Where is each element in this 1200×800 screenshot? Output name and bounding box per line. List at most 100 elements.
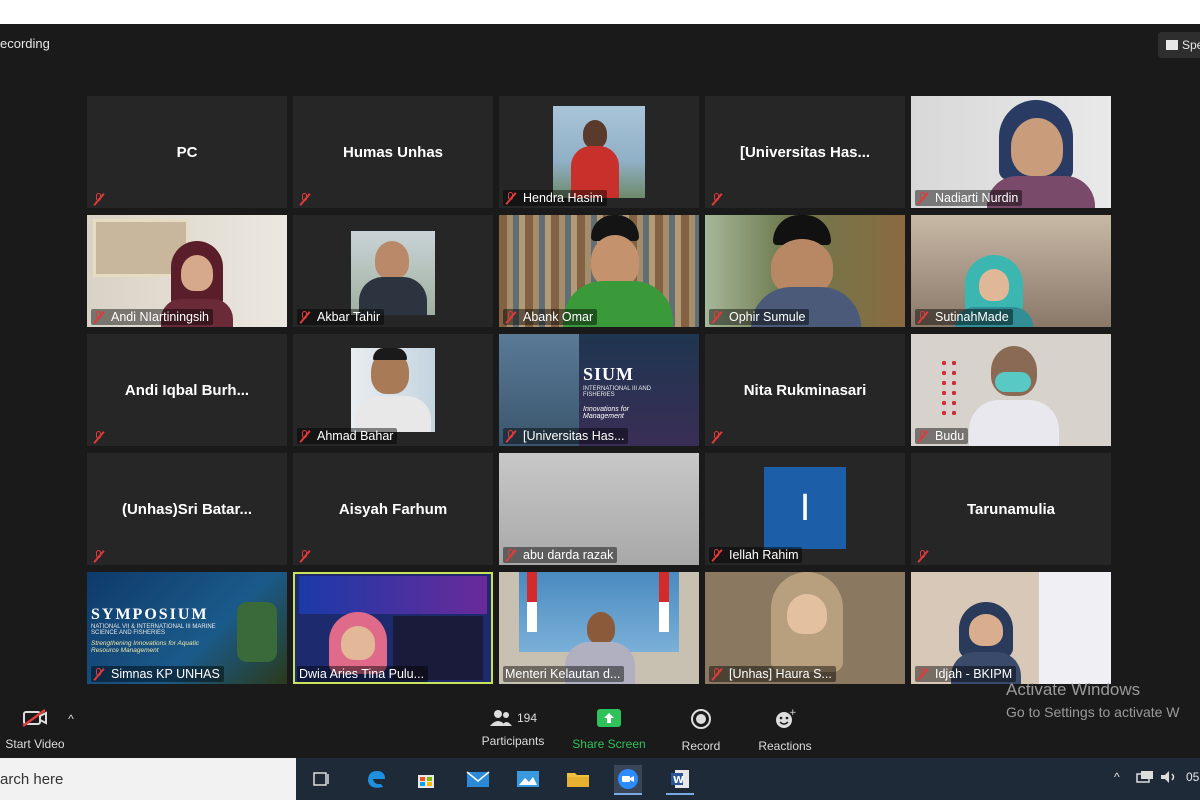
- muted-mic-icon: [917, 430, 929, 442]
- flag: [659, 572, 669, 632]
- participant-tile[interactable]: [Unhas] Haura S...: [705, 572, 905, 684]
- participant-tile[interactable]: Hendra Hasim: [499, 96, 699, 208]
- participant-display-name: PC: [176, 143, 198, 161]
- reactions-icon: +: [776, 708, 797, 728]
- participant-name-label: abu darda razak: [503, 547, 618, 563]
- store-icon[interactable]: [412, 765, 440, 793]
- poster-tagline: Strengthening Innovations for Aquatic Re…: [91, 640, 200, 654]
- network-icon[interactable]: [1136, 770, 1154, 787]
- participant-name-label: Nadiarti Nurdin: [915, 190, 1023, 206]
- tray-overflow-caret[interactable]: ^: [1114, 770, 1120, 784]
- participant-tile[interactable]: SIUM INTERNATIONAL III AND FISHERIES Inn…: [499, 334, 699, 446]
- flower-background: [939, 358, 959, 418]
- participant-tile[interactable]: Andi NIartiningsih: [87, 215, 287, 327]
- muted-mic-icon: [299, 311, 311, 323]
- participant-tile[interactable]: Humas Unhas: [293, 96, 493, 208]
- task-view-icon[interactable]: [308, 765, 336, 793]
- mail-icon[interactable]: [464, 765, 492, 793]
- zoom-app-icon[interactable]: [614, 765, 642, 795]
- banner-background: [1039, 572, 1111, 684]
- participant-tile[interactable]: (Unhas)Sri Batar...: [87, 453, 287, 565]
- participant-name-label: Simnas KP UNHAS: [91, 666, 224, 682]
- muted-mic-icon: [505, 311, 517, 323]
- participant-tile[interactable]: Akbar Tahir: [293, 215, 493, 327]
- participant-video: [351, 348, 435, 432]
- record-icon: [691, 709, 711, 729]
- participant-name-label: Hendra Hasim: [503, 190, 607, 206]
- participant-display-name: Humas Unhas: [342, 143, 444, 161]
- muted-mic-icon: [917, 311, 929, 323]
- participant-tile[interactable]: SYMPOSIUM NATIONAL VII & INTERNATIONAL I…: [87, 572, 287, 684]
- participant-name-label: Idjah - BKIPM: [915, 666, 1017, 682]
- video-options-caret[interactable]: ^: [66, 712, 76, 726]
- participant-tile[interactable]: Tarunamulia: [911, 453, 1111, 565]
- file-explorer-icon[interactable]: [564, 765, 592, 793]
- muted-mic-icon: [93, 431, 105, 443]
- word-app-icon[interactable]: W: [666, 765, 694, 795]
- photos-icon[interactable]: [514, 765, 542, 793]
- participant-tile[interactable]: I Iellah Rahim: [705, 453, 905, 565]
- video-off-icon: [22, 708, 47, 728]
- participant-tile[interactable]: Abank Omar: [499, 215, 699, 327]
- participant-name-label: [91, 430, 115, 444]
- muted-mic-icon: [299, 193, 311, 205]
- participants-button[interactable]: 194 Participants: [478, 708, 548, 748]
- participant-name-label: [91, 192, 115, 206]
- poster-tagline: Innovations for Management: [583, 406, 629, 420]
- muted-mic-icon: [93, 668, 105, 680]
- participant-display-name: Aisyah Farhum: [338, 500, 448, 518]
- participant-tile[interactable]: Andi Iqbal Burh...: [87, 334, 287, 446]
- edge-browser-icon[interactable]: [362, 765, 390, 793]
- muted-mic-icon: [711, 668, 723, 680]
- participants-count: 194: [516, 711, 538, 725]
- muted-mic-icon: [917, 668, 929, 680]
- participant-tile[interactable]: abu darda razak: [499, 453, 699, 565]
- participant-tile[interactable]: PC: [87, 96, 287, 208]
- participant-display-name: Tarunamulia: [966, 500, 1056, 518]
- muted-mic-icon: [917, 550, 929, 562]
- participant-name-label: Menteri Kelautan d...: [503, 666, 625, 682]
- participant-tile[interactable]: Aisyah Farhum: [293, 453, 493, 565]
- participant-tile[interactable]: Nita Rukminasari: [705, 334, 905, 446]
- participant-name-label: Akbar Tahir: [297, 309, 384, 325]
- participant-name-label: [Universitas Has...: [503, 428, 629, 444]
- participant-display-name: Nita Rukminasari: [743, 381, 867, 399]
- participant-tile[interactable]: Nadiarti Nurdin: [911, 96, 1111, 208]
- participant-name-label: [709, 430, 733, 444]
- share-screen-icon: [597, 709, 621, 727]
- participant-name-label: SutinahMade: [915, 309, 1013, 325]
- taskbar-search-box[interactable]: arch here: [0, 758, 296, 800]
- participant-video: [553, 106, 645, 198]
- activate-windows-title: Activate Windows: [1006, 680, 1141, 699]
- participant-tile[interactable]: Budu: [911, 334, 1111, 446]
- muted-mic-icon: [299, 550, 311, 562]
- svg-text:+: +: [789, 708, 796, 718]
- muted-mic-icon: [93, 193, 105, 205]
- layout-icon: [1166, 40, 1178, 50]
- reactions-button[interactable]: + Reactions: [752, 708, 818, 753]
- participant-tile[interactable]: Ahmad Bahar: [293, 334, 493, 446]
- meeting-controls-bar: Start Video ^ 194 Participants Share Scr…: [0, 690, 1200, 758]
- participant-name-label: [709, 192, 733, 206]
- participant-tile-active-speaker[interactable]: Dwia Aries Tina Pulu...: [293, 572, 493, 684]
- start-video-button[interactable]: Start Video: [0, 708, 70, 751]
- share-screen-button[interactable]: Share Screen: [566, 708, 652, 751]
- volume-icon[interactable]: [1160, 770, 1178, 787]
- poster-figure: [237, 602, 277, 662]
- recording-indicator: ecording: [0, 36, 50, 51]
- svg-text:W: W: [673, 775, 684, 786]
- speaker-view-button[interactable]: Spe: [1158, 32, 1200, 58]
- participant-tile[interactable]: Idjah - BKIPM: [911, 572, 1111, 684]
- participant-tile[interactable]: Menteri Kelautan d...: [499, 572, 699, 684]
- top-strip: [0, 0, 1200, 24]
- participant-tile[interactable]: SutinahMade: [911, 215, 1111, 327]
- participant-tile[interactable]: Ophir Sumule: [705, 215, 905, 327]
- participant-name-label: [Unhas] Haura S...: [709, 666, 836, 682]
- clock[interactable]: 05: [1186, 770, 1199, 784]
- muted-mic-icon: [711, 549, 723, 561]
- presentation-banner: [299, 576, 487, 614]
- muted-mic-icon: [711, 431, 723, 443]
- record-button[interactable]: Record: [668, 708, 734, 753]
- participant-tile[interactable]: [Universitas Has...: [705, 96, 905, 208]
- participant-video: [969, 346, 1059, 446]
